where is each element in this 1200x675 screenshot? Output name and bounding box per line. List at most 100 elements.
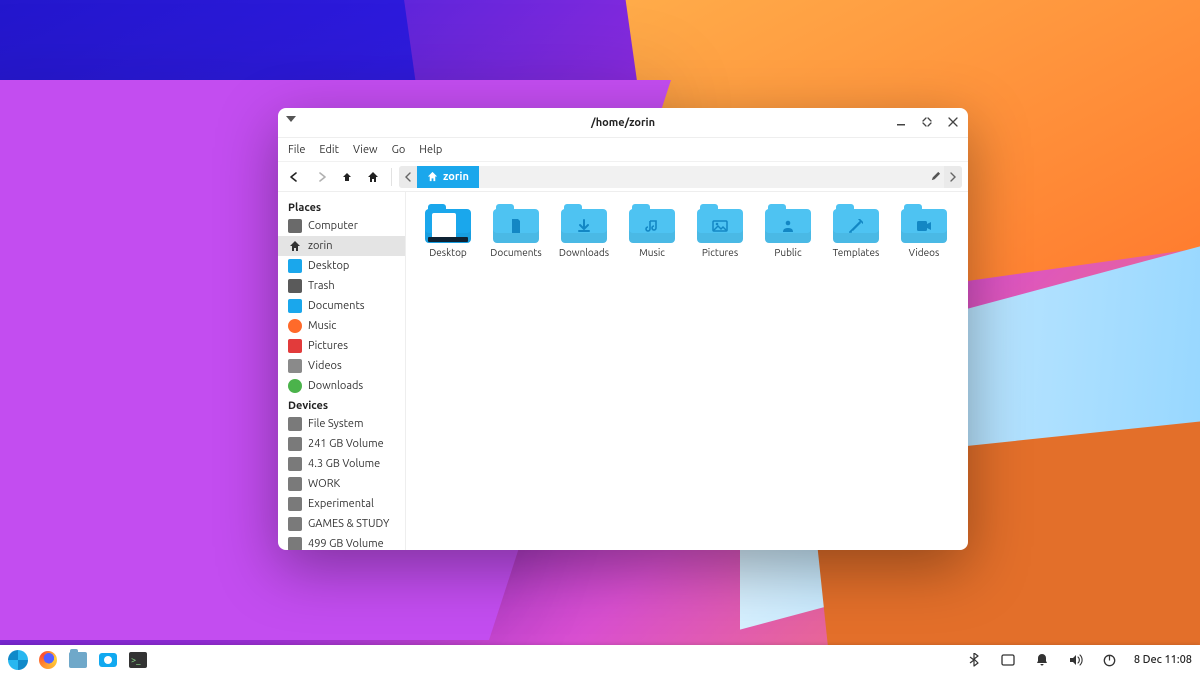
nav-back-icon[interactable] [284, 166, 306, 188]
sidebar-item-videos[interactable]: Videos [278, 356, 405, 376]
folder-icon [833, 209, 879, 243]
window-maximize-icon[interactable] [918, 113, 936, 131]
sidebar-item-desktop[interactable]: Desktop [278, 256, 405, 276]
sidebar-item-work[interactable]: WORK [278, 474, 405, 494]
terminal-icon[interactable]: >_ [128, 650, 148, 670]
path-crumb-label: zorin [443, 171, 469, 183]
folder-icon [765, 209, 811, 243]
folder-grey-icon [288, 359, 302, 373]
sidebar-item-4-3-gb-volume[interactable]: 4.3 GB Volume [278, 454, 405, 474]
disk-icon [288, 457, 302, 471]
sidebar-item-zorin[interactable]: zorin [278, 236, 405, 256]
toolbar: zorin [278, 162, 968, 192]
sidebar-item-downloads[interactable]: Downloads [278, 376, 405, 396]
path-bar[interactable]: zorin [399, 166, 962, 188]
sidebar-item-499-gb-volume[interactable]: 499 GB Volume [278, 534, 405, 550]
folder-downloads[interactable]: Downloads [552, 206, 616, 261]
sidebar-item-241-gb-volume[interactable]: 241 GB Volume [278, 434, 405, 454]
folder-icon [901, 209, 947, 243]
folder-icon [697, 209, 743, 243]
sidebar-item-pictures[interactable]: Pictures [278, 336, 405, 356]
folder-label: Documents [490, 247, 541, 258]
sidebar-item-label: Videos [308, 358, 342, 374]
disk-icon [288, 437, 302, 451]
sidebar-item-games-study[interactable]: GAMES & STUDY [278, 514, 405, 534]
folder-label: Templates [833, 247, 880, 258]
nav-forward-icon[interactable] [310, 166, 332, 188]
camera-icon[interactable] [98, 650, 118, 670]
folder-label: Music [639, 247, 665, 258]
disk-icon [288, 517, 302, 531]
path-history-back-icon[interactable] [399, 166, 417, 188]
notifications-icon[interactable] [1032, 650, 1052, 670]
menu-file[interactable]: File [288, 144, 305, 156]
folder-icon [561, 209, 607, 243]
folder-content[interactable]: Desktop Documents Downloads Music Pictures Pu… [406, 192, 968, 550]
folder-documents[interactable]: Documents [484, 206, 548, 261]
disk-icon [288, 537, 302, 550]
path-history-forward-icon[interactable] [944, 166, 962, 188]
disk-icon [288, 497, 302, 511]
sidebar-heading: Devices [278, 396, 405, 414]
sidebar-item-label: WORK [308, 476, 340, 492]
pictures-icon [288, 339, 302, 353]
folder-desktop[interactable]: Desktop [416, 206, 480, 261]
files-icon[interactable] [68, 650, 88, 670]
folder-pictures[interactable]: Pictures [688, 206, 752, 261]
taskbar-clock[interactable]: 8 Dec 11:08 [1134, 654, 1192, 666]
menubar: File Edit View Go Help [278, 138, 968, 162]
sidebar-item-file-system[interactable]: File System [278, 414, 405, 434]
folder-icon [425, 209, 471, 243]
file-manager-window: /home/zorin File Edit View Go Help [278, 108, 968, 550]
sidebar-item-label: Trash [308, 278, 335, 294]
sidebar-item-label: 499 GB Volume [308, 536, 384, 550]
folder-label: Desktop [429, 247, 467, 258]
folder-blue-icon [288, 259, 302, 273]
sidebar-item-trash[interactable]: Trash [278, 276, 405, 296]
folder-music[interactable]: Music [620, 206, 684, 261]
folder-public[interactable]: Public [756, 206, 820, 261]
power-icon[interactable] [1100, 650, 1120, 670]
home-icon [288, 239, 302, 253]
nav-up-icon[interactable] [336, 166, 358, 188]
computer-icon [288, 219, 302, 233]
music-icon [288, 319, 302, 333]
path-crumb-home[interactable]: zorin [417, 166, 479, 188]
menu-view[interactable]: View [353, 144, 378, 156]
folder-templates[interactable]: Templates [824, 206, 888, 261]
start-menu-icon[interactable] [8, 650, 28, 670]
window-minimize-icon[interactable] [892, 113, 910, 131]
window-menu-icon[interactable] [286, 116, 296, 122]
window-titlebar[interactable]: /home/zorin [278, 108, 968, 138]
sidebar-item-label: Pictures [308, 338, 348, 354]
nav-home-icon[interactable] [362, 166, 384, 188]
folder-videos[interactable]: Videos [892, 206, 956, 261]
sidebar-item-music[interactable]: Music [278, 316, 405, 336]
menu-go[interactable]: Go [392, 144, 406, 156]
path-edit-icon[interactable] [926, 166, 944, 188]
sidebar-item-experimental[interactable]: Experimental [278, 494, 405, 514]
window-close-icon[interactable] [944, 113, 962, 131]
sidebar: PlacesComputer zorin Desktop Trash Documents… [278, 192, 406, 550]
taskbar: >_ 8 Dec 11:08 [0, 645, 1200, 675]
disk-icon [288, 417, 302, 431]
sidebar-item-label: 241 GB Volume [308, 436, 384, 452]
firefox-icon[interactable] [38, 650, 58, 670]
folder-label: Public [774, 247, 801, 258]
folder-label: Pictures [702, 247, 738, 258]
sidebar-item-label: 4.3 GB Volume [308, 456, 380, 472]
workspace-icon[interactable] [998, 650, 1018, 670]
sidebar-item-documents[interactable]: Documents [278, 296, 405, 316]
sidebar-item-label: GAMES & STUDY [308, 516, 389, 532]
sidebar-item-label: Experimental [308, 496, 374, 512]
folder-label: Videos [909, 247, 940, 258]
sidebar-item-computer[interactable]: Computer [278, 216, 405, 236]
menu-edit[interactable]: Edit [319, 144, 339, 156]
menu-help[interactable]: Help [419, 144, 442, 156]
folder-icon [493, 209, 539, 243]
bluetooth-icon[interactable] [964, 650, 984, 670]
sidebar-item-label: zorin [308, 238, 333, 254]
volume-icon[interactable] [1066, 650, 1086, 670]
sidebar-heading: Places [278, 198, 405, 216]
home-icon [427, 171, 438, 182]
